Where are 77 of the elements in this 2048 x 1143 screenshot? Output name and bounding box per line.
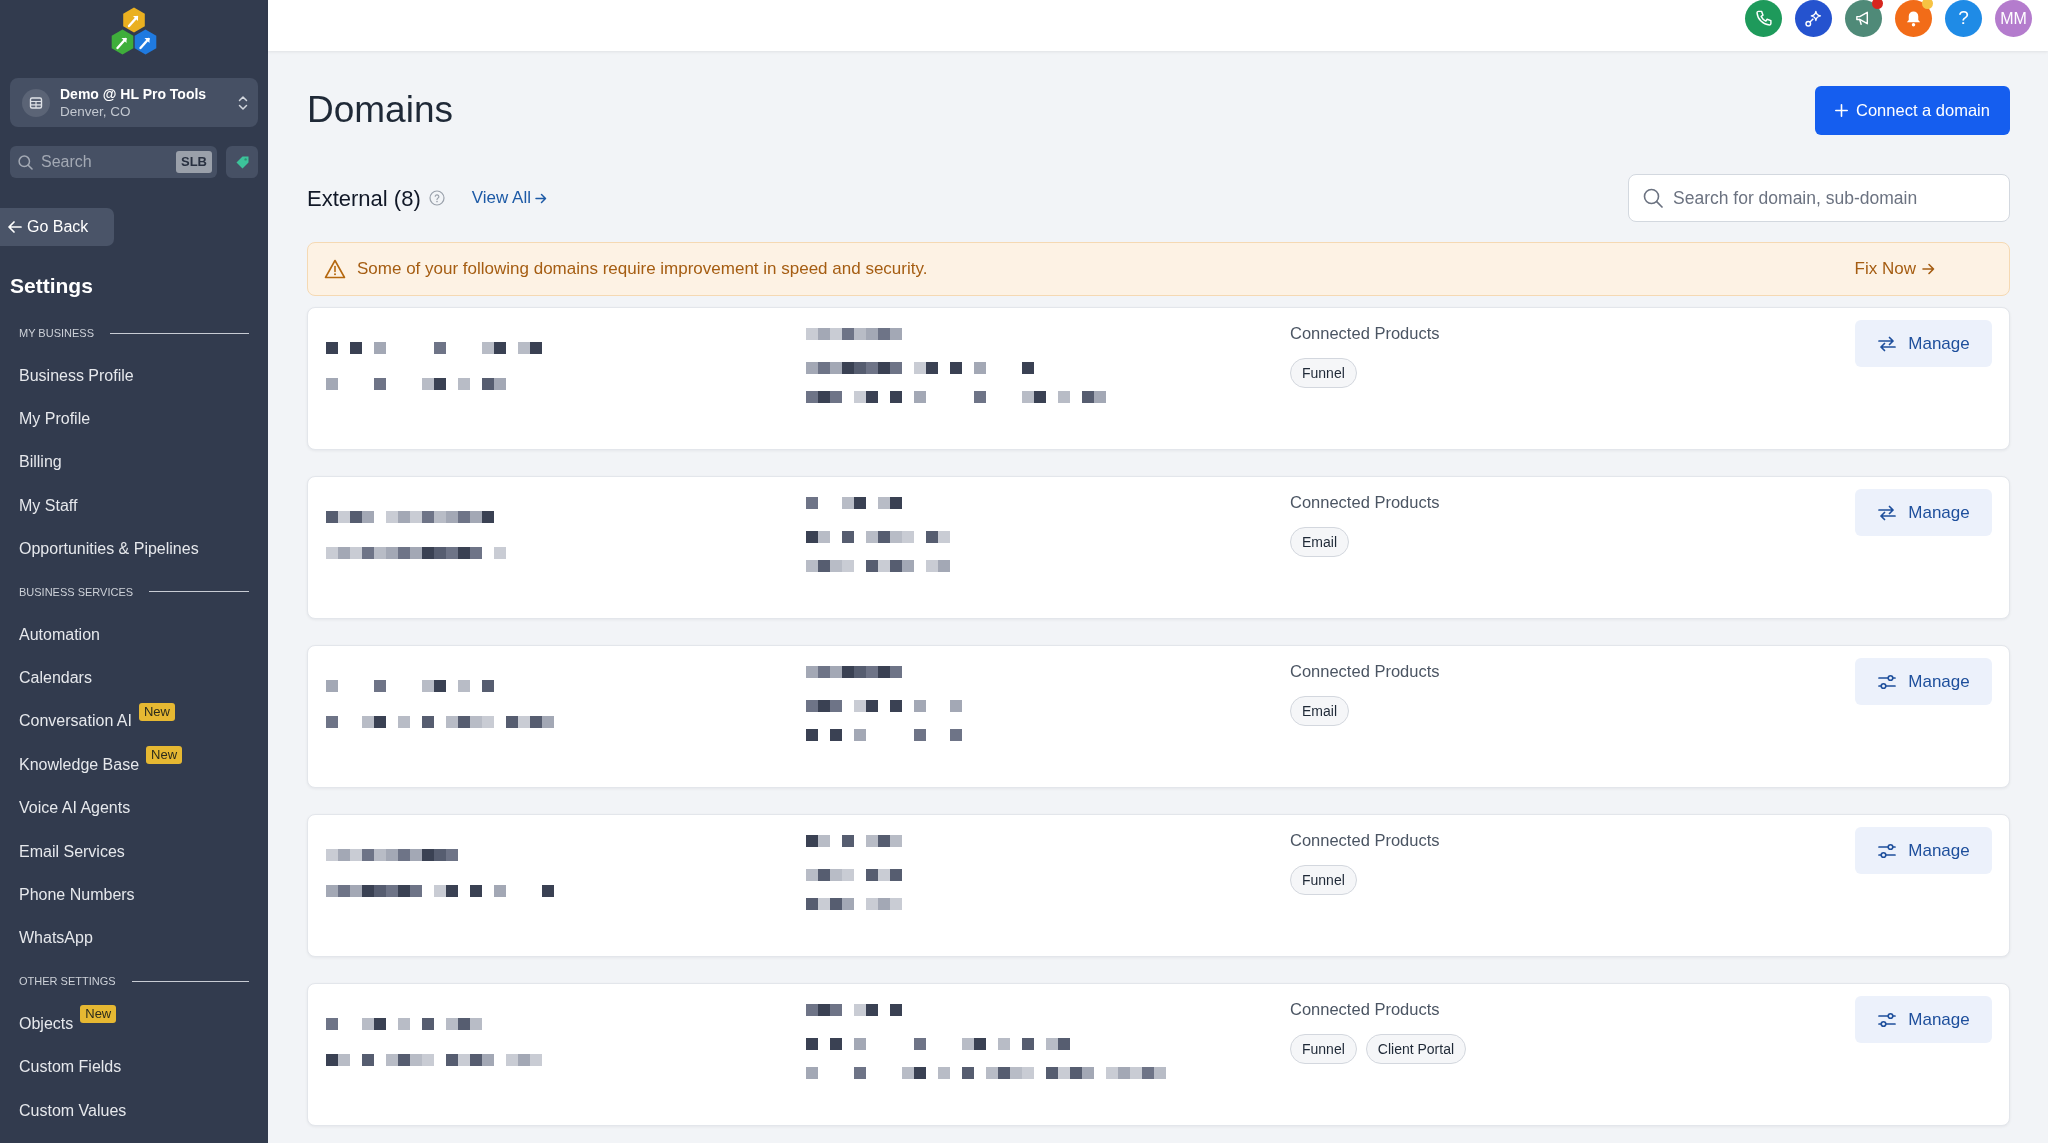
account-switcher[interactable]: Demo @ HL Pro Tools Denver, CO xyxy=(10,78,258,127)
connected-products-label: Connected Products xyxy=(1290,830,1440,851)
section-title: External (8) xyxy=(307,184,421,213)
nav-item[interactable]: Opportunities & Pipelines xyxy=(19,537,199,562)
nav-item[interactable]: Custom Values xyxy=(19,1098,127,1123)
manage-button[interactable]: Manage xyxy=(1855,320,1992,367)
nav-item[interactable]: Voice AI Agents xyxy=(19,796,131,821)
tag-button[interactable] xyxy=(226,146,258,178)
section-heading: BUSINESS SERVICES xyxy=(19,584,134,600)
nav-item[interactable]: Calendars xyxy=(19,666,92,691)
store-icon xyxy=(22,88,50,117)
manage-button[interactable]: Manage xyxy=(1855,489,1992,536)
fix-now-link[interactable]: Fix Now xyxy=(1854,256,1935,282)
connected-products-label: Connected Products xyxy=(1290,323,1440,344)
sidebar-title: Settings xyxy=(10,273,93,299)
nav-item[interactable]: WhatsApp xyxy=(19,926,93,951)
nav-item[interactable]: Billing xyxy=(19,450,62,475)
domain-search-field[interactable]: Search for domain, sub-domain xyxy=(1628,174,2010,222)
help-circle-icon xyxy=(428,190,445,206)
chevron-up-down-icon xyxy=(238,94,248,111)
nav-item[interactable]: Business Profile xyxy=(19,363,134,388)
nav-item[interactable]: My Staff xyxy=(19,493,78,518)
connected-products-label: Connected Products xyxy=(1290,492,1440,513)
section-heading: OTHER SETTINGS xyxy=(19,973,116,989)
nav-item[interactable]: My Profile xyxy=(19,407,91,432)
help-button[interactable]: ? xyxy=(1945,0,1982,37)
plus-icon xyxy=(1835,104,1849,117)
go-back-button[interactable]: Go Back xyxy=(0,208,114,246)
sliders-icon xyxy=(1877,1010,1898,1029)
tag-icon xyxy=(235,155,249,169)
view-all-link[interactable]: View All xyxy=(471,185,547,211)
search-field[interactable]: Search SLB xyxy=(10,146,217,178)
connect-button[interactable] xyxy=(1795,0,1832,37)
connected-products-label: Connected Products xyxy=(1290,999,1440,1020)
product-tag: Client Portal xyxy=(1365,1034,1467,1064)
sliders-icon xyxy=(1877,672,1898,691)
new-badge: New xyxy=(138,702,175,721)
product-tag: Email xyxy=(1290,527,1349,557)
manage-button[interactable]: Manage xyxy=(1855,658,1992,705)
connect-domain-button[interactable]: Connect a domain xyxy=(1815,86,2010,135)
announcements-button[interactable] xyxy=(1845,0,1882,37)
search-icon xyxy=(18,154,33,170)
swap-arrows-icon xyxy=(1877,334,1898,353)
search-icon xyxy=(1643,188,1663,208)
phone-icon xyxy=(1754,9,1773,28)
notifications-button[interactable] xyxy=(1895,0,1932,37)
nav-item[interactable]: Automation xyxy=(19,622,100,647)
product-tag: Funnel xyxy=(1290,358,1357,388)
connected-products-label: Connected Products xyxy=(1290,661,1440,682)
product-tag: Funnel xyxy=(1290,865,1357,895)
account-name: Demo @ HL Pro Tools xyxy=(60,85,208,103)
new-badge: New xyxy=(80,1005,117,1024)
node-sparkle-icon xyxy=(1804,9,1823,28)
warning-icon xyxy=(324,259,346,279)
nav-item[interactable]: Knowledge Base xyxy=(19,752,140,777)
search-placeholder: Search xyxy=(41,152,93,172)
sliders-icon xyxy=(1877,841,1898,860)
nav-item[interactable]: Phone Numbers xyxy=(19,883,135,907)
arrow-left-icon xyxy=(8,221,22,233)
manage-button[interactable]: Manage xyxy=(1855,996,1992,1043)
new-badge: New xyxy=(146,746,183,765)
nav-item[interactable]: Email Services xyxy=(19,839,125,864)
warning-message: Some of your following domains require improvement in speed and security. xyxy=(357,258,928,281)
manage-button[interactable]: Manage xyxy=(1855,827,1992,874)
product-tag: Funnel xyxy=(1290,1034,1357,1064)
section-heading: MY BUSINESS xyxy=(19,325,94,341)
shortcut-key: SLB xyxy=(176,151,212,173)
arrow-right-icon xyxy=(534,192,547,204)
nav-item[interactable]: Conversation AI xyxy=(19,709,132,734)
page-title: Domains xyxy=(307,88,453,133)
nav-item[interactable]: Objects xyxy=(19,1011,74,1036)
arrow-right-icon xyxy=(1922,263,1935,275)
phone-button[interactable] xyxy=(1745,0,1782,37)
swap-arrows-icon xyxy=(1877,503,1898,522)
account-location: Denver, CO xyxy=(60,102,132,120)
nav-item[interactable]: Custom Fields xyxy=(19,1055,122,1080)
product-tag: Email xyxy=(1290,696,1349,726)
